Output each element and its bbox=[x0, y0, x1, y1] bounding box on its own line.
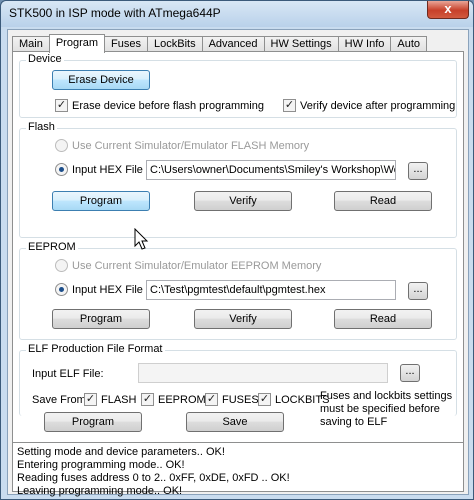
save-lockbits-checkbox[interactable]: ✓ bbox=[258, 393, 271, 406]
flash-group: Flash Use Current Simulator/Emulator FLA… bbox=[19, 121, 457, 238]
log-line: Leaving programming mode.. OK! bbox=[17, 485, 183, 497]
eeprom-read-button[interactable]: Read bbox=[334, 309, 432, 329]
eeprom-input-hex-label: Input HEX File bbox=[72, 284, 143, 296]
tab-advanced[interactable]: Advanced bbox=[201, 36, 264, 52]
elf-save-button[interactable]: Save bbox=[186, 412, 284, 432]
tab-lockbits[interactable]: LockBits bbox=[147, 36, 202, 52]
tab-fuses[interactable]: Fuses bbox=[105, 36, 147, 52]
eeprom-browse-button[interactable]: ... bbox=[408, 282, 428, 300]
save-eeprom-label: EEPROM bbox=[158, 394, 206, 406]
save-flash-label: FLASH bbox=[101, 394, 137, 406]
device-group-label: Device bbox=[26, 53, 64, 65]
verify-after-label: Verify device after programming bbox=[300, 100, 456, 112]
title-bar[interactable]: STK500 in ISP mode with ATmega644P x bbox=[1, 1, 473, 27]
eeprom-verify-button[interactable]: Verify bbox=[194, 309, 292, 329]
save-from-label: Save From: bbox=[32, 394, 89, 406]
flash-hex-path-input[interactable]: C:\Users\owner\Documents\Smiley's Worksh… bbox=[146, 160, 396, 180]
eeprom-program-button[interactable]: Program bbox=[52, 309, 150, 329]
elf-group-label: ELF Production File Format bbox=[26, 343, 165, 355]
tab-hw-info[interactable]: HW Info bbox=[337, 36, 391, 52]
flash-read-button[interactable]: Read bbox=[334, 191, 432, 211]
elf-program-button[interactable]: Program bbox=[44, 412, 142, 432]
elf-browse-button[interactable]: ... bbox=[400, 364, 420, 382]
elf-note-line-2: must be specified before bbox=[320, 403, 440, 415]
flash-input-hex-label: Input HEX File bbox=[72, 164, 143, 176]
tab-auto[interactable]: Auto bbox=[390, 36, 428, 52]
flash-group-label: Flash bbox=[26, 121, 57, 133]
close-button[interactable]: x bbox=[427, 1, 469, 19]
elf-note-line-3: saving to ELF bbox=[320, 416, 388, 428]
log-line: Entering programming mode.. OK! bbox=[17, 459, 185, 471]
save-fuses-checkbox[interactable]: ✓ bbox=[205, 393, 218, 406]
eeprom-group-label: EEPROM bbox=[26, 241, 78, 253]
log-line: Reading fuses address 0 to 2.. 0xFF, 0xD… bbox=[17, 472, 290, 484]
save-eeprom-checkbox[interactable]: ✓ bbox=[141, 393, 154, 406]
stk500-window: STK500 in ISP mode with ATmega644P x Mai… bbox=[0, 0, 474, 500]
verify-after-checkbox[interactable]: ✓ bbox=[283, 99, 296, 112]
flash-browse-button[interactable]: ... bbox=[408, 162, 428, 180]
eeprom-group: EEPROM Use Current Simulator/Emulator EE… bbox=[19, 241, 457, 340]
status-log: Setting mode and device parameters.. OK!… bbox=[12, 442, 464, 497]
input-elf-label: Input ELF File: bbox=[32, 368, 104, 380]
tab-main[interactable]: Main bbox=[12, 36, 49, 52]
erase-before-flash-checkbox[interactable]: ✓ bbox=[55, 99, 68, 112]
tab-strip: Main Program Fuses LockBits Advanced HW … bbox=[12, 34, 428, 53]
eeprom-use-simulator-label: Use Current Simulator/Emulator EEPROM Me… bbox=[72, 260, 322, 272]
flash-use-simulator-radio[interactable] bbox=[55, 139, 68, 152]
tab-program[interactable]: Program bbox=[48, 34, 106, 53]
erase-device-button[interactable]: Erase Device bbox=[52, 70, 150, 90]
save-fuses-label: FUSES bbox=[222, 394, 259, 406]
program-tab-panel: Device Erase Device ✓ Erase device befor… bbox=[12, 51, 464, 446]
mouse-cursor-icon bbox=[134, 228, 149, 250]
flash-use-simulator-label: Use Current Simulator/Emulator FLASH Mem… bbox=[72, 140, 310, 152]
client-area: Main Program Fuses LockBits Advanced HW … bbox=[7, 29, 469, 497]
flash-program-button[interactable]: Program bbox=[52, 191, 150, 211]
eeprom-hex-path-input[interactable]: C:\Test\pgmtest\default\pgmtest.hex bbox=[146, 280, 396, 300]
flash-input-hex-radio[interactable] bbox=[55, 163, 68, 176]
tab-hw-settings[interactable]: HW Settings bbox=[263, 36, 338, 52]
elf-note: Fuses and lockbits settings must be spec… bbox=[320, 390, 452, 429]
log-line: Setting mode and device parameters.. OK! bbox=[17, 446, 225, 458]
elf-path-input[interactable] bbox=[138, 363, 388, 383]
erase-before-flash-label: Erase device before flash programming bbox=[72, 100, 264, 112]
device-group: Device Erase Device ✓ Erase device befor… bbox=[19, 53, 457, 118]
window-title: STK500 in ISP mode with ATmega644P bbox=[9, 6, 221, 20]
flash-verify-button[interactable]: Verify bbox=[194, 191, 292, 211]
elf-note-line-1: Fuses and lockbits settings bbox=[320, 390, 453, 402]
eeprom-input-hex-radio[interactable] bbox=[55, 283, 68, 296]
save-flash-checkbox[interactable]: ✓ bbox=[84, 393, 97, 406]
eeprom-use-simulator-radio[interactable] bbox=[55, 259, 68, 272]
